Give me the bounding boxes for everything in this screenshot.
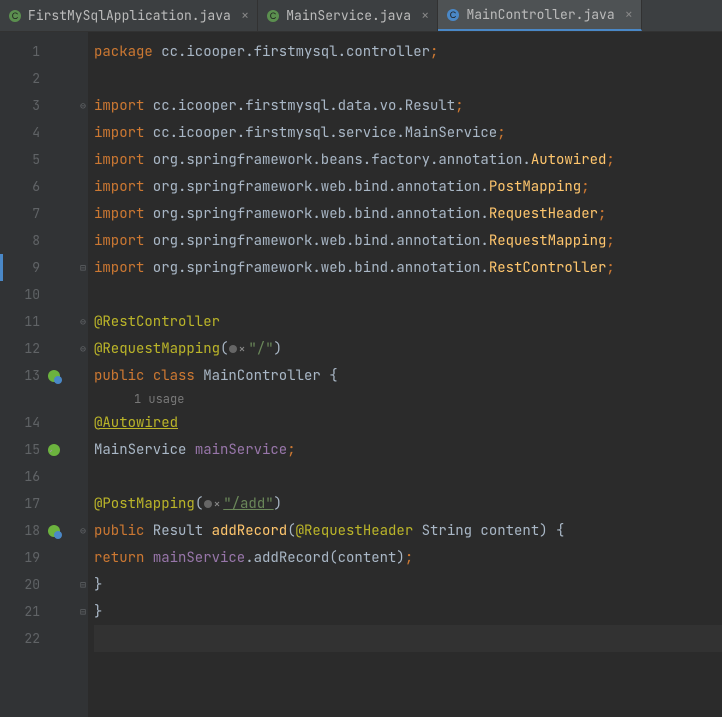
line-number: 6: [32, 178, 40, 195]
line-number: 18: [24, 522, 40, 539]
java-class-icon: C: [266, 9, 280, 23]
tab-label: FirstMySqlApplication.java: [28, 7, 231, 24]
param-hint-icon[interactable]: [203, 497, 223, 511]
tab-main-service[interactable]: C MainService.java ×: [258, 0, 438, 31]
code-line: import org.springframework.web.bind.anno…: [94, 227, 722, 254]
line-number: 10: [24, 286, 40, 303]
code-line: @PostMapping("/add"): [94, 490, 722, 517]
line-number: 19: [24, 549, 40, 566]
close-icon[interactable]: ×: [241, 7, 249, 25]
code-line: }: [94, 571, 722, 598]
svg-text:C: C: [12, 11, 19, 21]
editor: 1 2 3⊖ 4 5 6 7 8 9⊟ 10 11⊖ 12⊖ 13 14 15 …: [0, 32, 722, 717]
fold-icon[interactable]: ⊟: [80, 605, 86, 618]
code-line: [94, 281, 722, 308]
tab-first-app[interactable]: C FirstMySqlApplication.java ×: [0, 0, 258, 31]
fold-icon[interactable]: ⊖: [80, 524, 86, 537]
line-number: 21: [24, 603, 40, 620]
fold-icon[interactable]: ⊟: [80, 261, 86, 274]
close-icon[interactable]: ×: [421, 7, 429, 25]
line-number: 15: [24, 441, 40, 458]
code-line: @RequestMapping("/"): [94, 335, 722, 362]
line-number: 22: [24, 630, 40, 647]
line-number: 8: [32, 232, 40, 249]
line-number: 2: [32, 70, 40, 87]
tab-bar: C FirstMySqlApplication.java × C MainSer…: [0, 0, 722, 32]
code-line: @Autowired: [94, 409, 722, 436]
line-number: 12: [24, 340, 40, 357]
usage-hint[interactable]: 1 usage: [94, 389, 722, 409]
line-number: 13: [24, 367, 40, 384]
code-line: [94, 65, 722, 92]
spring-bean-icon[interactable]: [46, 368, 62, 384]
line-number: 5: [32, 151, 40, 168]
code-line: [94, 463, 722, 490]
code-line: import cc.icooper.firstmysql.service.Mai…: [94, 119, 722, 146]
code-line: import org.springframework.web.bind.anno…: [94, 254, 722, 281]
code-line: @RestController: [94, 308, 722, 335]
line-number: 7: [32, 205, 40, 222]
code-line: import org.springframework.web.bind.anno…: [94, 200, 722, 227]
spring-bean-icon[interactable]: [46, 523, 62, 539]
line-number: 1: [32, 43, 40, 60]
fold-icon[interactable]: ⊖: [80, 342, 86, 355]
line-number: 16: [24, 468, 40, 485]
line-number: 3: [32, 97, 40, 114]
code-line: public Result addRecord(@RequestHeader S…: [94, 517, 722, 544]
line-number: 20: [24, 576, 40, 593]
line-number: 11: [24, 313, 40, 330]
code-line: import org.springframework.beans.factory…: [94, 146, 722, 173]
java-class-icon: C: [446, 8, 460, 22]
line-number: 14: [24, 414, 40, 431]
tab-label: MainController.java: [466, 6, 614, 23]
tab-main-controller[interactable]: C MainController.java ×: [438, 0, 642, 31]
code-line: import org.springframework.web.bind.anno…: [94, 173, 722, 200]
line-number: 17: [24, 495, 40, 512]
code-area[interactable]: package cc.icooper.firstmysql.controller…: [88, 32, 722, 717]
java-class-icon: C: [8, 9, 22, 23]
spring-bean-icon[interactable]: [46, 442, 62, 458]
fold-icon[interactable]: ⊟: [80, 578, 86, 591]
tab-label: MainService.java: [286, 7, 411, 24]
svg-text:C: C: [450, 10, 457, 20]
code-line: }: [94, 598, 722, 625]
code-line: return mainService.addRecord(content);: [94, 544, 722, 571]
code-line: MainService mainService;: [94, 436, 722, 463]
param-hint-icon[interactable]: [228, 342, 248, 356]
gutter[interactable]: 1 2 3⊖ 4 5 6 7 8 9⊟ 10 11⊖ 12⊖ 13 14 15 …: [0, 32, 88, 717]
code-line: package cc.icooper.firstmysql.controller…: [94, 38, 722, 65]
fold-icon[interactable]: ⊖: [80, 99, 86, 112]
code-line: import cc.icooper.firstmysql.data.vo.Res…: [94, 92, 722, 119]
close-icon[interactable]: ×: [625, 6, 633, 24]
line-number: 9: [32, 259, 40, 276]
fold-icon[interactable]: ⊖: [80, 315, 86, 328]
code-line: public class MainController {: [94, 362, 722, 389]
code-line: [94, 625, 722, 652]
line-number: 4: [32, 124, 40, 141]
svg-text:C: C: [270, 11, 277, 21]
